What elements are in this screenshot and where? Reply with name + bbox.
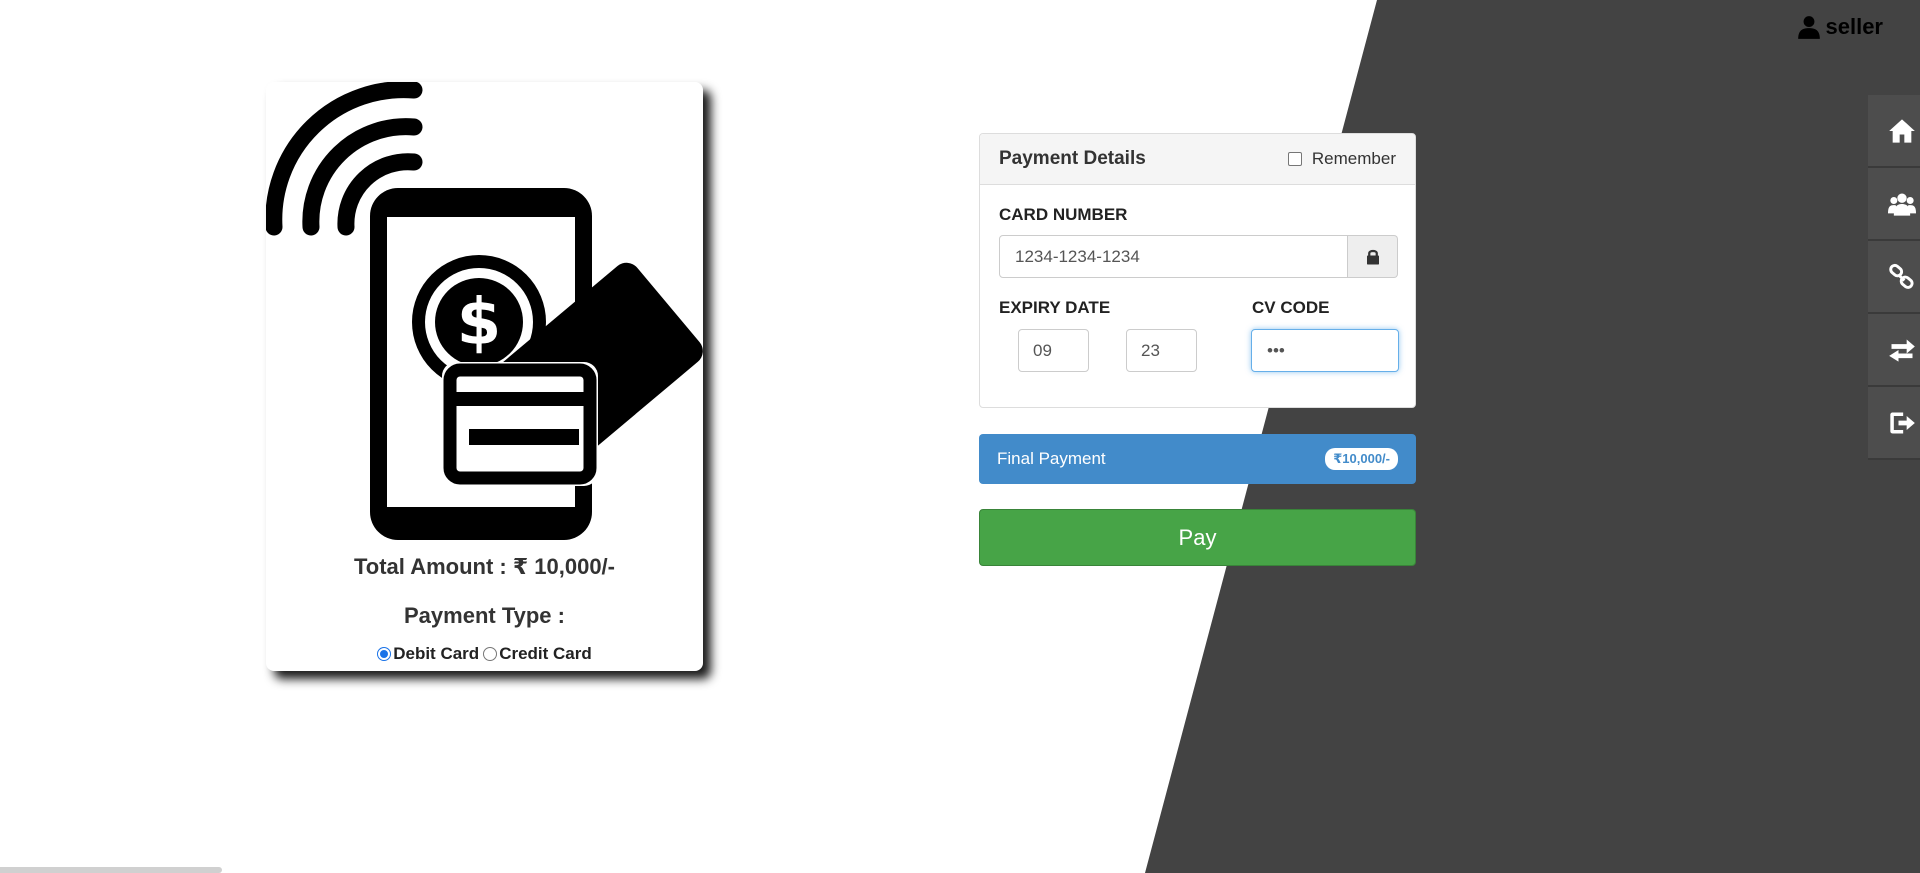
credit-card-label[interactable]: Credit Card: [499, 644, 592, 664]
debit-card-radio[interactable]: [377, 647, 392, 661]
cv-code-label: CV CODE: [1252, 298, 1330, 317]
remember-option[interactable]: Remember: [1287, 149, 1396, 169]
total-amount: Total Amount : ₹ 10,000/-: [353, 554, 615, 579]
panel-heading: Payment Details Remember: [980, 134, 1415, 185]
nav-logout[interactable]: [1868, 387, 1920, 460]
card-number-input[interactable]: 1234-1234-1234: [999, 235, 1348, 278]
pay-button[interactable]: Pay: [979, 509, 1416, 566]
link-icon: [1889, 263, 1914, 289]
exchange-icon: [1889, 339, 1915, 362]
payment-summary-card: $ Total Amount : ₹ 10,000/- Payment Type…: [266, 82, 703, 671]
payment-type-options: Debit Card Credit Card: [266, 644, 703, 664]
side-nav: [1868, 95, 1920, 460]
logout-icon: [1890, 412, 1915, 433]
user-icon: [1797, 16, 1820, 39]
lock-addon: [1348, 235, 1398, 278]
user-menu[interactable]: seller: [1796, 14, 1884, 40]
credit-card-radio[interactable]: [483, 647, 498, 661]
expiry-date-label: EXPIRY DATE: [999, 298, 1111, 317]
svg-text:$: $: [457, 286, 502, 360]
nav-home[interactable]: [1868, 95, 1920, 168]
user-name: seller: [1825, 14, 1884, 39]
expiry-year-input[interactable]: 23: [1126, 329, 1197, 372]
expiry-month-input[interactable]: 09: [1018, 329, 1089, 372]
card-number-label: CARD NUMBER: [999, 205, 1128, 224]
nav-link[interactable]: [1868, 241, 1920, 314]
horizontal-scrollbar[interactable]: [0, 867, 222, 873]
panel-title: Payment Details: [999, 148, 1146, 169]
final-payment-amount-badge: ₹10,000/-: [1325, 448, 1398, 470]
debit-card-label[interactable]: Debit Card: [393, 644, 479, 664]
final-payment-bar: Final Payment ₹10,000/-: [979, 434, 1416, 484]
nav-exchange[interactable]: [1868, 314, 1920, 387]
home-icon: [1889, 118, 1915, 143]
mobile-payment-illustration: $: [266, 82, 703, 540]
payment-type-label: Payment Type :: [404, 603, 565, 628]
nav-users[interactable]: [1868, 168, 1920, 241]
card-number-group: 1234-1234-1234: [999, 235, 1398, 278]
final-payment-label: Final Payment: [997, 449, 1106, 468]
cv-code-input[interactable]: •••: [1251, 329, 1399, 372]
payment-details-panel: Payment Details Remember CARD NUMBER 123…: [979, 133, 1416, 408]
remember-checkbox[interactable]: [1287, 152, 1302, 166]
lock-icon: [1366, 249, 1379, 264]
users-icon: [1888, 193, 1916, 216]
remember-label[interactable]: Remember: [1312, 149, 1396, 169]
